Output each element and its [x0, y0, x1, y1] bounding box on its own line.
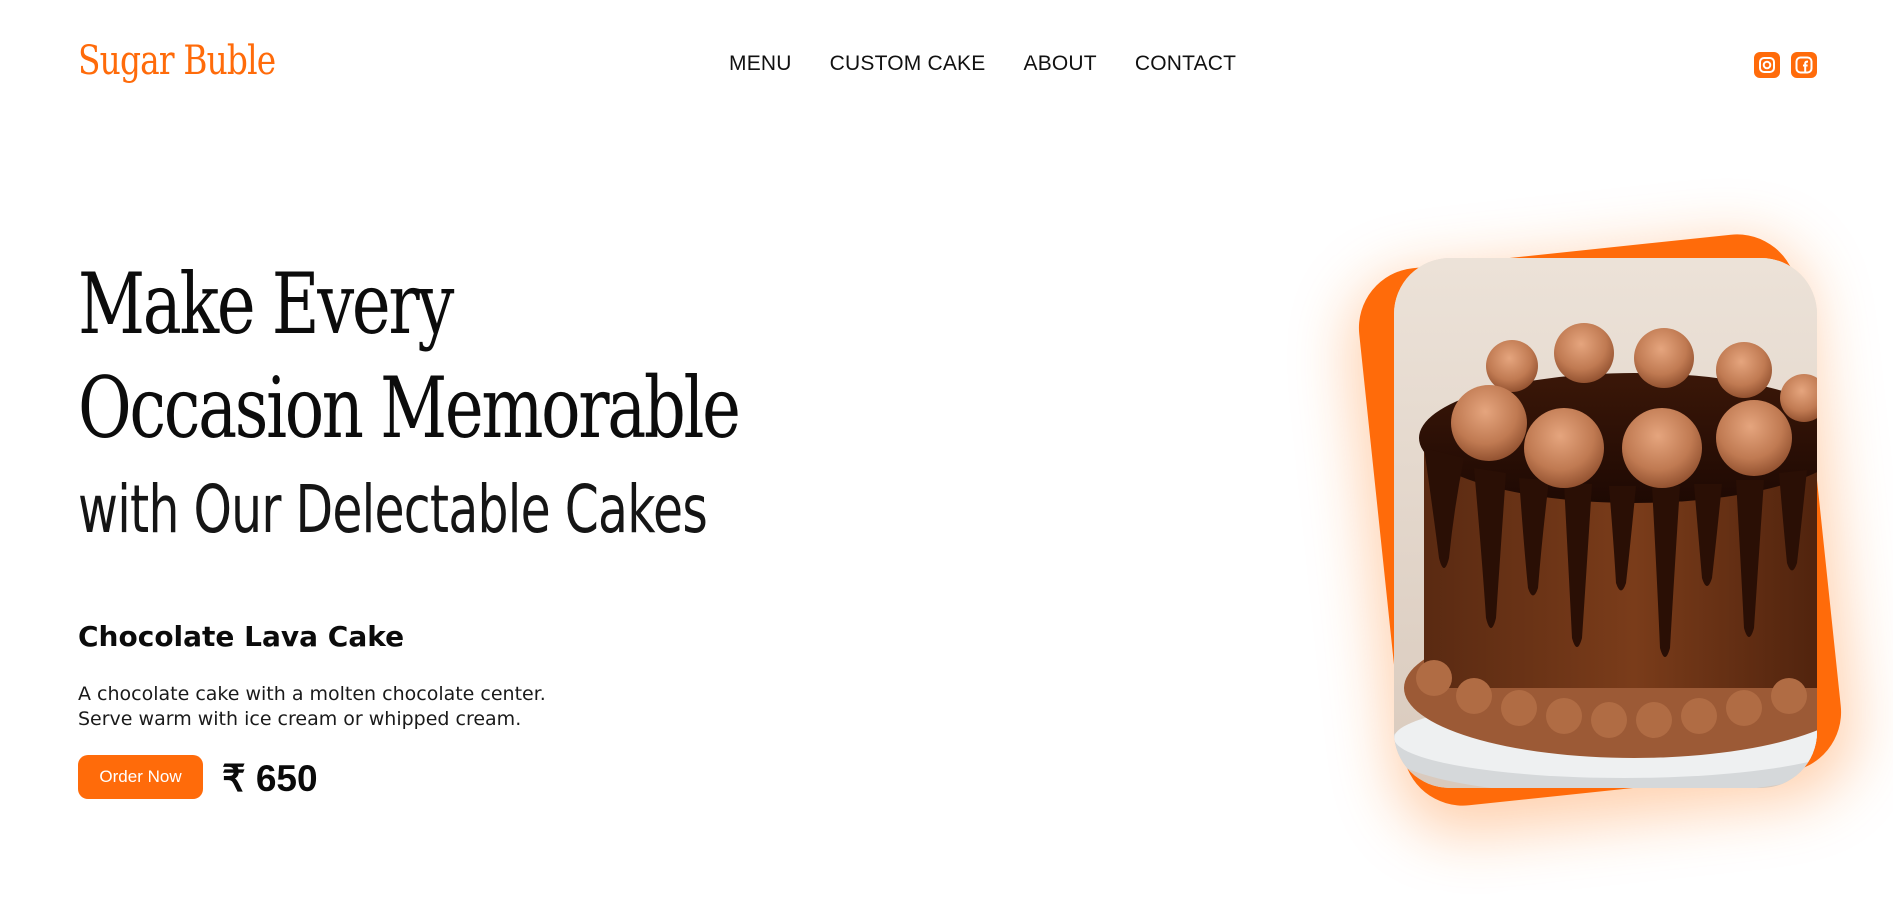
nav-item-custom-cake[interactable]: CUSTOM CAKE	[830, 52, 986, 76]
instagram-icon[interactable]	[1754, 52, 1780, 78]
page: Sugar Buble MENU CUSTOM CAKE ABOUT CONTA…	[0, 0, 1893, 908]
main-nav: MENU CUSTOM CAKE ABOUT CONTACT	[729, 52, 1236, 76]
hero-line-2: Occasion Memorable	[78, 359, 741, 457]
product-price: ₹ 650	[222, 758, 318, 799]
nav-item-about[interactable]: ABOUT	[1023, 52, 1096, 76]
hero-headline: Make Every Occasion Memorable with Our D…	[78, 252, 928, 560]
nav-item-contact[interactable]: CONTACT	[1135, 52, 1236, 76]
brand-logo[interactable]: Sugar Buble	[78, 38, 276, 84]
hero-line-1: Make Every	[78, 255, 454, 353]
hero-line-3: with Our Delectable Cakes	[78, 471, 708, 548]
facebook-icon[interactable]	[1791, 52, 1817, 78]
cake-image	[1394, 258, 1817, 788]
nav-item-menu[interactable]: MENU	[729, 52, 792, 76]
product-description-line-1: A chocolate cake with a molten chocolate…	[78, 683, 546, 705]
product-description: A chocolate cake with a molten chocolate…	[78, 682, 546, 732]
product-description-line-2: Serve warm with ice cream or whipped cre…	[78, 708, 522, 730]
social-links	[1754, 52, 1817, 78]
order-now-button[interactable]: Order Now	[78, 755, 203, 799]
product-name: Chocolate Lava Cake	[78, 620, 405, 653]
